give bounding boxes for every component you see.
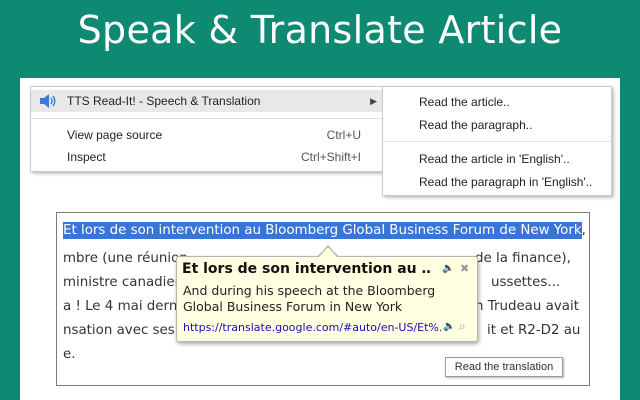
context-menu: TTS Read-It! - Speech & Translation ▶ Vi… [30,86,384,172]
article-line: ministre canadien [63,275,184,290]
submenu-item-read-paragraph[interactable]: Read the paragraph.. [419,116,532,134]
article-line-right: de la finance), [475,251,571,266]
popup-translate-link[interactable]: https://translate.google.com/#auto/en-US… [183,321,441,334]
translation-popup: Et lors de son intervention au … 🔈 ✖ And… [176,256,478,342]
menu-separator [31,118,383,119]
banner-title: Speak & Translate Article [77,8,563,52]
speaker-icon [40,94,56,108]
selected-suffix: , [581,223,586,238]
menu-item-label: Inspect [67,150,106,164]
submenu-item-read-article[interactable]: Read the article.. [419,93,510,111]
menu-item-label: TTS Read-It! - Speech & Translation [67,94,261,108]
article-line: e. [63,347,76,362]
article-line: mbre (une réunion [63,251,188,266]
menu-item-label: View page source [67,128,163,142]
popup-title: Et lors de son intervention au … [182,261,432,277]
submenu-item-read-paragraph-english[interactable]: Read the paragraph in 'English'.. [419,173,592,191]
popup-pointer-inner [319,247,337,257]
close-icon[interactable]: ✖ [460,262,469,275]
selected-text[interactable]: Et lors de son intervention au Bloomberg… [63,222,582,239]
menu-item-shortcut: Ctrl+Shift+I [300,150,361,164]
tts-submenu: Read the article.. Read the paragraph.. … [382,86,612,196]
read-translation-tooltip: Read the translation [445,357,563,377]
menu-item-view-page-source[interactable]: View page source Ctrl+U [31,124,383,146]
popup-translation: And during his speech at the Bloomberg G… [183,283,436,314]
search-icon[interactable]: ⌕ [459,319,466,334]
menu-item-shortcut: Ctrl+U [326,128,361,142]
menu-item-tts-read-it[interactable]: TTS Read-It! - Speech & Translation ▶ [31,90,383,112]
article-line-right: it et R2-D2 au [487,323,581,338]
article-line: a ! Le 4 mai dernie [63,299,190,314]
submenu-arrow-icon: ▶ [370,96,377,106]
article-line-selected[interactable]: Et lors de son intervention au Bloomberg… [63,222,586,239]
speaker-icon[interactable]: 🔈 [443,321,455,332]
submenu-separator [383,141,611,142]
submenu-item-read-article-english[interactable]: Read the article in 'English'.. [419,150,570,168]
article-line: nsation avec ses [63,323,175,338]
article-line-right: ussettes... [491,275,561,290]
speaker-icon[interactable]: 🔈 [442,263,454,274]
article-line-right: n Trudeau avait [475,299,579,314]
menu-item-inspect[interactable]: Inspect Ctrl+Shift+I [31,146,383,168]
